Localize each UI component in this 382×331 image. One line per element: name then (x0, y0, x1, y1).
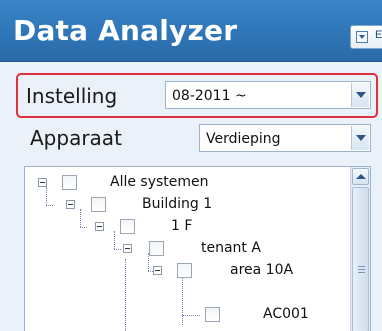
tree-node-ac001[interactable]: AC001 (25, 305, 345, 327)
chevron-down-icon[interactable] (351, 126, 369, 150)
node-label: area 10A (230, 262, 294, 278)
menu-button-label: E (375, 29, 382, 41)
node-label: 1 F (171, 218, 193, 234)
node-checkbox[interactable] (177, 263, 192, 278)
collapse-icon[interactable] (66, 200, 75, 209)
node-checkbox[interactable] (91, 197, 106, 212)
collapse-icon[interactable] (153, 266, 162, 275)
grip-icon (358, 266, 365, 274)
node-checkbox[interactable] (205, 307, 220, 322)
instelling-label: Instelling (26, 84, 118, 108)
tree-scrollbar[interactable] (350, 167, 370, 331)
node-checkbox[interactable] (149, 241, 164, 256)
scroll-up-icon[interactable] (352, 168, 369, 185)
filter-panel: Instelling 08-2011 ~ Apparaat Verdieping… (0, 62, 382, 331)
tree-node-building-1[interactable]: Building 1 (25, 195, 345, 217)
collapse-icon[interactable] (123, 244, 132, 253)
app-header: Data Analyzer E (0, 0, 382, 62)
node-checkbox[interactable] (62, 175, 77, 190)
instelling-value: 08-2011 ~ (172, 88, 247, 104)
chevron-down-icon[interactable] (351, 83, 369, 107)
tree-node-1f[interactable]: 1 F (25, 217, 345, 239)
menu-dropdown-button[interactable]: E (350, 25, 382, 49)
chevron-down-icon (356, 31, 368, 43)
system-tree[interactable]: Alle systemen Building 1 1 F tenant A ar… (24, 166, 371, 331)
node-checkbox[interactable] (120, 219, 135, 234)
tree-node-tenant-a[interactable]: tenant A (25, 239, 345, 261)
node-label: AC001 (263, 306, 309, 322)
tree-node-area-10a[interactable]: area 10A (25, 261, 345, 283)
app-title: Data Analyzer (13, 14, 238, 47)
scrollbar-thumb[interactable] (352, 187, 369, 331)
apparaat-value: Verdieping (206, 131, 281, 147)
collapse-icon[interactable] (95, 222, 104, 231)
apparaat-select[interactable]: Verdieping (199, 124, 371, 152)
instelling-select[interactable]: 08-2011 ~ (165, 81, 371, 109)
node-label: Alle systemen (110, 174, 209, 190)
node-label: tenant A (201, 240, 261, 256)
collapse-icon[interactable] (38, 178, 47, 187)
node-label: Building 1 (142, 196, 213, 212)
tree-node-alle-systemen[interactable]: Alle systemen (25, 173, 345, 195)
apparaat-label: Apparaat (30, 126, 122, 150)
